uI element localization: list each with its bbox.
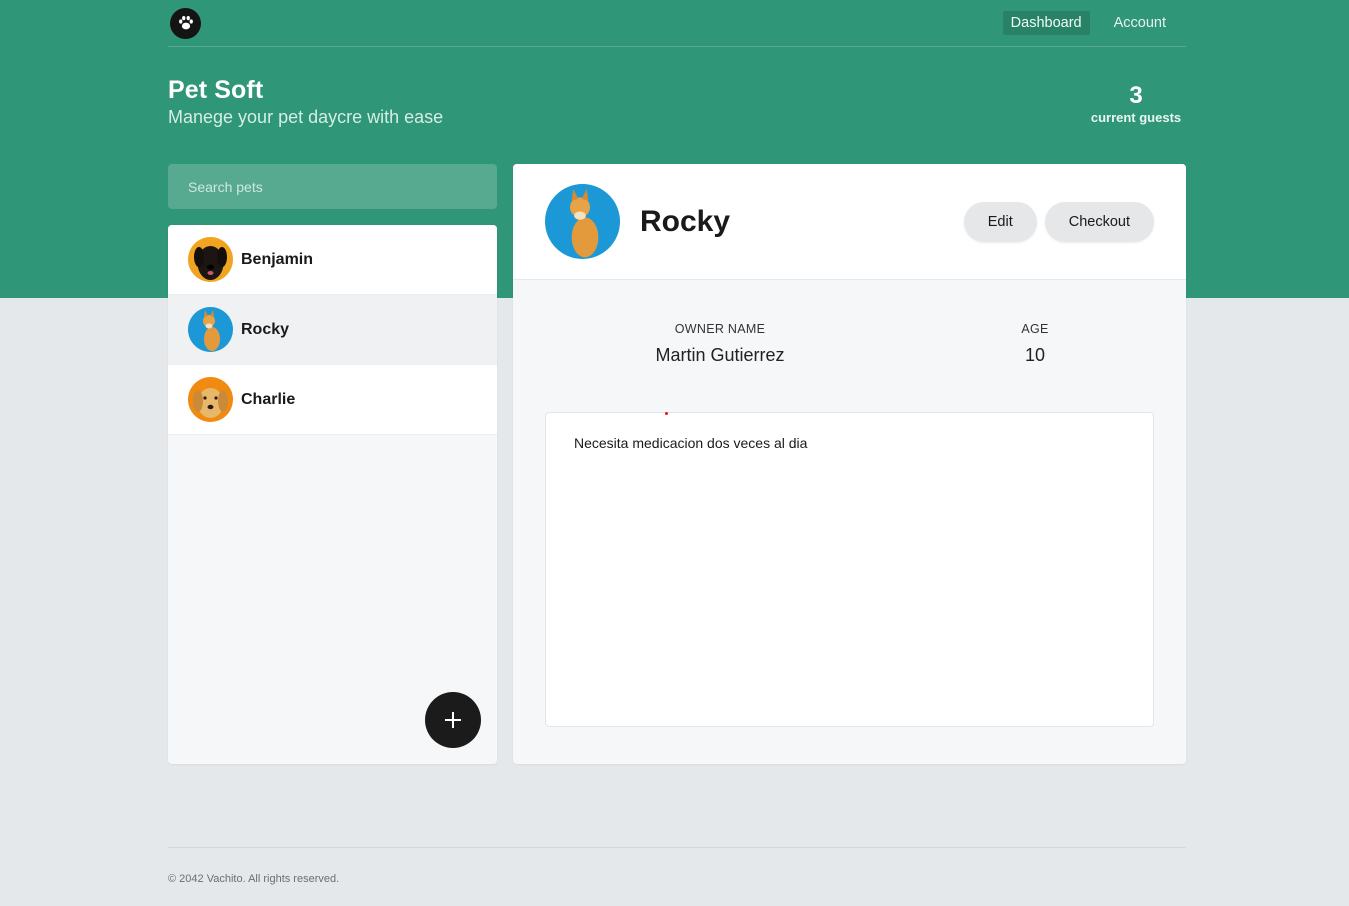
owner-name-value: Martin Gutierrez <box>655 345 785 365</box>
pet-details-header: Rocky Edit Checkout <box>513 164 1186 280</box>
nav-dashboard-link[interactable]: Dashboard <box>1002 11 1090 35</box>
guest-count: 3 <box>1129 82 1143 109</box>
age-value: 10 <box>1024 345 1046 365</box>
guest-stats: 3 current guests <box>1086 82 1186 125</box>
page-container: Dashboard Account Pet Soft Manege your p… <box>168 0 1186 764</box>
pet-name: Benjamin <box>241 250 314 268</box>
nav-links: Dashboard Account <box>1002 11 1174 35</box>
pet-notes-box: Necesita medicacion dos veces al dia <box>545 412 1154 727</box>
checkout-button[interactable]: Checkout <box>1044 202 1154 242</box>
top-nav: Dashboard Account <box>168 0 1186 47</box>
pet-details-panel: Rocky Edit Checkout OWNER NAME Martin Gu… <box>513 164 1186 764</box>
owner-info: OWNER NAME Martin Gutierrez <box>630 322 810 366</box>
pet-avatar-charlie <box>188 377 233 422</box>
paw-icon[interactable] <box>170 7 201 39</box>
copyright-text: © 2042 Vachito. All rights reserved. <box>168 873 340 885</box>
edit-button[interactable]: Edit <box>963 202 1037 242</box>
app-title: Pet Soft <box>168 76 264 104</box>
pet-list-item-benjamin[interactable]: Benjamin <box>168 225 497 295</box>
pet-avatar-benjamin <box>188 237 233 282</box>
pet-name: Charlie <box>241 390 296 408</box>
search-input[interactable] <box>168 164 497 209</box>
nav-account-link[interactable]: Account <box>1106 11 1174 35</box>
age-label: AGE <box>1021 322 1049 336</box>
age-info: AGE 10 <box>985 322 1085 366</box>
cursor-dot <box>665 412 668 415</box>
pet-avatar-rocky <box>188 307 233 352</box>
app-subtitle: Manege your pet daycre with ease <box>168 107 444 127</box>
footer: © 2042 Vachito. All rights reserved. <box>168 847 1186 885</box>
owner-name-label: OWNER NAME <box>674 322 766 336</box>
pet-details-name: Rocky <box>640 204 731 238</box>
pet-list-item-rocky[interactable]: Rocky <box>168 295 497 365</box>
pet-action-buttons: Edit Checkout <box>963 202 1154 242</box>
guest-count-label: current guests <box>1090 110 1182 125</box>
pet-notes-text: Necesita medicacion dos veces al dia <box>574 435 808 451</box>
add-pet-button[interactable] <box>425 692 481 748</box>
plus-icon <box>445 712 461 728</box>
hero-section: Pet Soft Manege your pet daycre with eas… <box>168 76 1186 136</box>
pet-list-panel: Benjamin Rocky Charlie <box>168 225 497 764</box>
pet-name: Rocky <box>241 320 290 338</box>
pet-details-avatar <box>545 184 620 259</box>
pet-list-item-charlie[interactable]: Charlie <box>168 365 497 435</box>
